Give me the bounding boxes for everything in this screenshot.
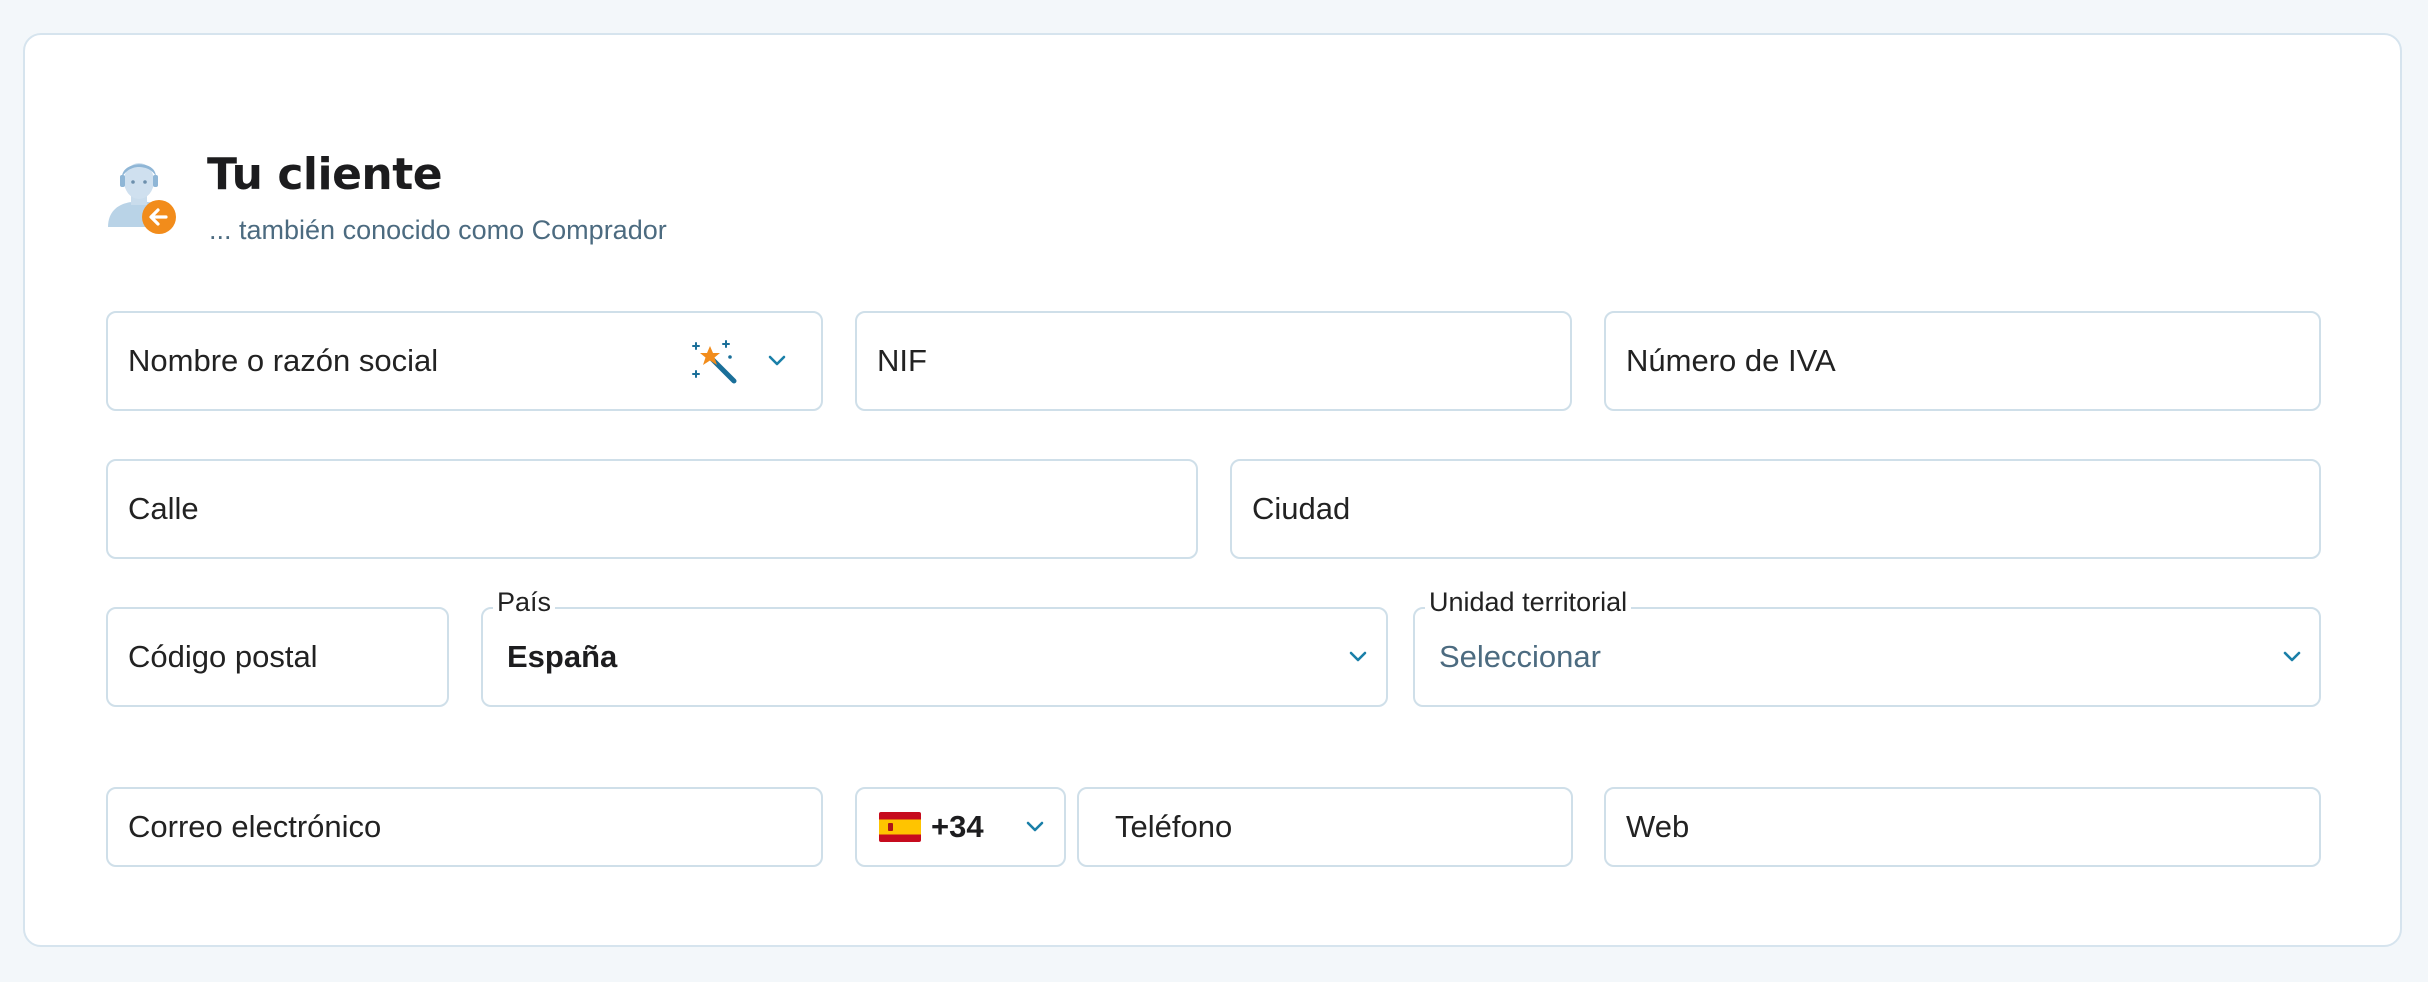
customer-name-placeholder: Nombre o razón social xyxy=(128,343,439,378)
email-input[interactable]: Correo electrónico xyxy=(106,787,823,867)
customer-card: Tu cliente ... también conocido como Com… xyxy=(23,33,2402,947)
postal-code-input[interactable]: Código postal xyxy=(106,607,449,707)
territorial-unit-label: Unidad territorial xyxy=(1425,587,1632,618)
website-placeholder: Web xyxy=(1626,809,1690,844)
page-subtitle: ... también conocido como Comprador xyxy=(209,215,667,245)
chevron-down-icon[interactable] xyxy=(1345,644,1371,670)
territorial-unit-select[interactable]: Unidad territorial Seleccionar xyxy=(1413,587,2321,707)
postal-code-placeholder: Código postal xyxy=(128,639,318,674)
nif-input[interactable]: NIF xyxy=(855,311,1572,411)
spain-flag-icon xyxy=(879,812,921,842)
phone-placeholder: Teléfono xyxy=(1115,809,1233,844)
email-placeholder: Correo electrónico xyxy=(128,809,382,844)
city-input[interactable]: Ciudad xyxy=(1230,459,2321,559)
phone-input[interactable]: Teléfono xyxy=(1077,787,1573,867)
phone-country-code-select[interactable]: +34 xyxy=(855,787,1066,867)
country-label: País xyxy=(493,587,556,618)
customer-name-combobox[interactable]: Nombre o razón social xyxy=(106,311,823,411)
vat-number-placeholder: Número de IVA xyxy=(1626,343,1836,378)
territorial-unit-placeholder: Seleccionar xyxy=(1439,639,1601,674)
country-value: España xyxy=(507,639,618,674)
customer-avatar-icon xyxy=(104,155,176,235)
street-placeholder: Calle xyxy=(128,491,199,526)
chevron-down-icon[interactable] xyxy=(764,348,790,374)
phone-country-code: +34 xyxy=(931,809,984,844)
street-input[interactable]: Calle xyxy=(106,459,1198,559)
vat-number-input[interactable]: Número de IVA xyxy=(1604,311,2321,411)
page-title: Tu cliente xyxy=(207,149,443,200)
country-select[interactable]: País España xyxy=(481,587,1388,707)
nif-placeholder: NIF xyxy=(877,343,927,378)
city-placeholder: Ciudad xyxy=(1252,491,1351,526)
website-input[interactable]: Web xyxy=(1604,787,2321,867)
chevron-down-icon[interactable] xyxy=(2279,644,2305,670)
magic-wand-icon[interactable] xyxy=(690,337,740,387)
card-header: Tu cliente ... también conocido como Com… xyxy=(104,121,1304,251)
chevron-down-icon[interactable] xyxy=(1022,814,1048,840)
